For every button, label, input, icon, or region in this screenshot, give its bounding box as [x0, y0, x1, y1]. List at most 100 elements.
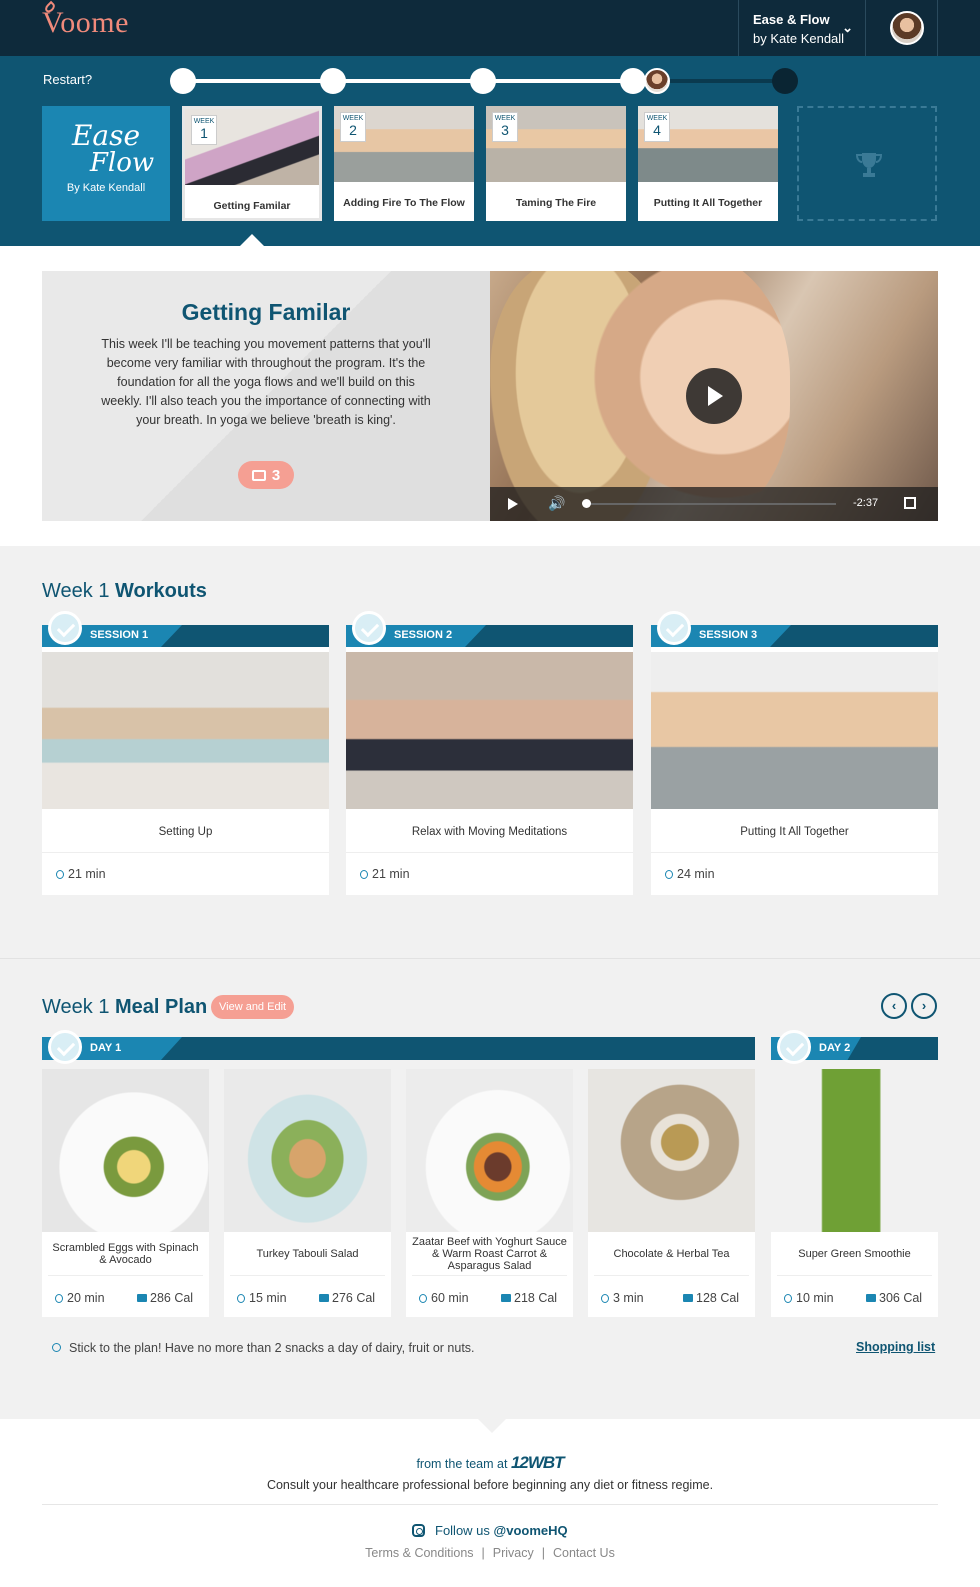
restart-link[interactable]: Restart? — [43, 72, 92, 87]
meal-plan-heading-prefix: Week 1 — [42, 996, 110, 1018]
progress-node-week-3[interactable] — [470, 68, 496, 94]
workouts-heading-prefix: Week 1 — [42, 580, 110, 602]
week-badge: WEEK 1 — [191, 115, 217, 145]
meal-next-button[interactable]: › — [911, 993, 937, 1019]
chevron-down-icon: ⌄ — [842, 20, 853, 35]
meal-time: 60 min — [419, 1291, 469, 1305]
session-card-2[interactable]: SESSION 2 Relax with Moving Meditations … — [346, 625, 633, 895]
week-card-3[interactable]: WEEK 3 Taming The Fire — [486, 106, 626, 221]
progress-node-week-4[interactable] — [620, 68, 646, 94]
program-card[interactable]: Ease Flow By Kate Kendall — [42, 106, 170, 221]
footer-team-line: from the team at 12WBT — [0, 1453, 980, 1473]
terms-link[interactable]: Terms & Conditions — [365, 1546, 473, 1560]
clock-icon — [784, 1294, 792, 1303]
active-week-pointer — [240, 234, 264, 246]
week-title: Adding Fire To The Flow — [343, 196, 465, 209]
session-3-complete-check-icon[interactable] — [657, 611, 691, 645]
session-card-3[interactable]: SESSION 3 Putting It All Together 24 min — [651, 625, 938, 895]
calories-icon — [501, 1294, 511, 1302]
meal-image — [771, 1069, 938, 1232]
voome-logo[interactable]: Voome — [42, 0, 129, 40]
meal-card[interactable]: Zaatar Beef with Yoghurt Sauce & Warm Ro… — [406, 1069, 573, 1317]
session-1-complete-check-icon[interactable] — [48, 611, 82, 645]
meal-calories: 286 Cal — [137, 1291, 193, 1305]
meal-image — [224, 1069, 391, 1232]
week-badge: WEEK 3 — [492, 112, 518, 142]
clock-icon — [665, 870, 673, 879]
avatar[interactable] — [890, 11, 924, 45]
scrubber-handle[interactable] — [582, 499, 591, 508]
session-header: SESSION 2 — [346, 625, 633, 647]
meal-card[interactable]: Super Green Smoothie 10 min 306 Cal — [771, 1069, 938, 1317]
workouts-heading-bold: Workouts — [115, 580, 207, 602]
play-icon[interactable] — [508, 498, 518, 510]
meal-card[interactable]: Scrambled Eggs with Spinach & Avocado 20… — [42, 1069, 209, 1317]
day-label: DAY 1 — [90, 1042, 122, 1054]
day-1-complete-check-icon[interactable] — [48, 1030, 82, 1064]
meal-title: Zaatar Beef with Yoghurt Sauce & Warm Ro… — [412, 1232, 567, 1276]
comments-button[interactable]: 3 — [238, 461, 294, 489]
clock-icon — [56, 870, 64, 879]
meal-plan-heading: Week 1 Meal Plan — [42, 996, 207, 1019]
meal-card[interactable]: Chocolate & Herbal Tea 3 min 128 Cal — [588, 1069, 755, 1317]
session-card-1[interactable]: SESSION 1 Setting Up 21 min — [42, 625, 329, 895]
meal-calories: 218 Cal — [501, 1291, 557, 1305]
meal-title: Super Green Smoothie — [777, 1232, 932, 1276]
week-card-1[interactable]: WEEK 1 Getting Familar — [182, 106, 322, 221]
footer-links: Terms & Conditions | Privacy | Contact Us — [365, 1546, 615, 1560]
week-intro-video[interactable]: 🔊 -2:37 — [490, 271, 938, 521]
contact-link[interactable]: Contact Us — [553, 1546, 615, 1560]
week-intro-section: Getting Familar This week I'll be teachi… — [0, 246, 980, 546]
footer: from the team at 12WBT Consult your heal… — [0, 1419, 980, 1587]
day-label: DAY 2 — [819, 1042, 851, 1054]
meal-tip: Stick to the plan! Have no more than 2 s… — [52, 1341, 475, 1355]
day-1-header: DAY 1 — [42, 1037, 755, 1060]
session-duration: 21 min — [56, 867, 106, 881]
session-title: Putting It All Together — [651, 811, 938, 853]
clock-icon — [55, 1294, 63, 1303]
week-card-2[interactable]: WEEK 2 Adding Fire To The Flow — [334, 106, 474, 221]
comment-count: 3 — [271, 466, 281, 484]
from-team-text: from the team at — [416, 1457, 508, 1471]
shopping-list-link[interactable]: Shopping list — [856, 1340, 935, 1354]
week-intro-panel: Getting Familar This week I'll be teachi… — [42, 271, 490, 521]
program-card-line1: Ease — [71, 119, 141, 152]
program-card-line2: Flow — [89, 148, 155, 178]
video-still-face — [560, 271, 790, 521]
fullscreen-icon[interactable] — [904, 497, 916, 509]
day-2-complete-check-icon[interactable] — [777, 1030, 811, 1064]
program-card-author: By Kate Kendall — [66, 182, 146, 194]
meal-time: 20 min — [55, 1291, 105, 1305]
video-play-button[interactable] — [686, 368, 742, 424]
progress-node-week-2[interactable] — [320, 68, 346, 94]
calories-icon — [866, 1294, 876, 1302]
volume-icon[interactable]: 🔊 — [548, 495, 565, 512]
session-header: SESSION 1 — [42, 625, 329, 647]
session-2-complete-check-icon[interactable] — [352, 611, 386, 645]
instagram-icon — [412, 1524, 426, 1537]
video-time-remaining: -2:37 — [853, 497, 879, 509]
program-switcher[interactable]: Ease & Flow by Kate Kendall ⌄ — [738, 0, 866, 56]
progress-node-finish[interactable] — [772, 68, 798, 94]
video-scrubber[interactable] — [586, 503, 836, 505]
privacy-link[interactable]: Privacy — [493, 1546, 534, 1560]
week-intro-body: This week I'll be teaching you movement … — [101, 337, 431, 427]
session-label: SESSION 2 — [394, 629, 453, 641]
logo-text: Voome — [42, 6, 129, 39]
view-and-edit-button[interactable]: View and Edit — [211, 995, 295, 1019]
instagram-handle: @voomeHQ — [493, 1523, 568, 1538]
user-position-avatar — [644, 68, 670, 94]
week-card-4[interactable]: WEEK 4 Putting It All Together — [638, 106, 778, 221]
meal-card[interactable]: Turkey Tabouli Salad 15 min 276 Cal — [224, 1069, 391, 1317]
meal-prev-button[interactable]: ‹ — [881, 993, 907, 1019]
session-1-image — [42, 652, 329, 809]
progress-node-week-1[interactable] — [170, 68, 196, 94]
comment-icon — [251, 469, 266, 481]
instagram-follow-link[interactable]: Follow us @voomeHQ — [0, 1523, 980, 1538]
info-icon — [52, 1343, 61, 1352]
account-menu[interactable] — [866, 0, 938, 56]
week-title: Taming The Fire — [515, 196, 597, 209]
session-3-image — [651, 652, 938, 809]
top-bar: Voome Ease & Flow by Kate Kendall ⌄ — [0, 0, 980, 56]
meal-time: 10 min — [784, 1291, 834, 1305]
